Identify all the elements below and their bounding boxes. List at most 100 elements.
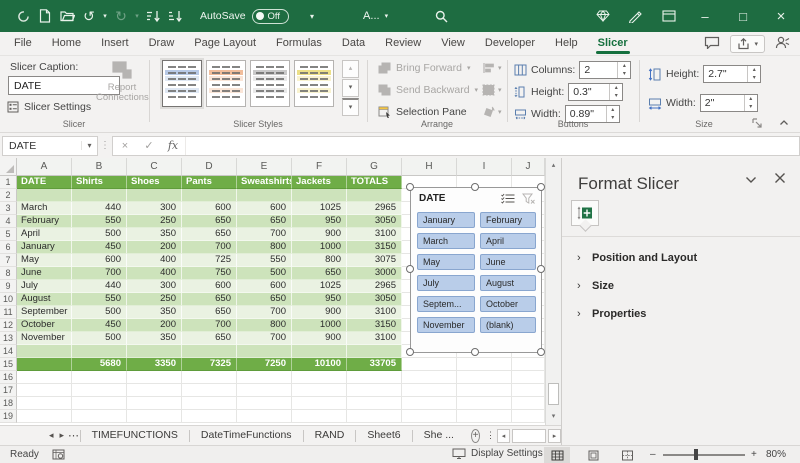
cell[interactable] [237,345,292,358]
cell[interactable] [182,371,237,384]
cell[interactable]: 3075 [347,254,402,267]
button-width-spin-up-icon[interactable]: ▴ [607,106,619,114]
sheet-nav-left-icon[interactable]: ◂ [46,430,57,441]
cell[interactable]: 600 [237,202,292,215]
cell[interactable] [347,384,402,397]
column-header-A[interactable]: A [17,158,72,176]
cell[interactable]: 440 [72,202,127,215]
tab-file[interactable]: File [4,32,42,55]
column-header-I[interactable]: I [457,158,512,176]
cell[interactable]: January [17,241,72,254]
cell[interactable]: 500 [72,228,127,241]
slicer-item-june[interactable]: June [480,254,536,270]
cell[interactable] [457,371,512,384]
cell[interactable]: Shoes [127,176,182,189]
cell[interactable] [292,345,347,358]
cell[interactable]: 500 [72,306,127,319]
column-header-C[interactable]: C [127,158,182,176]
cell[interactable] [457,358,512,371]
zoom-level-label[interactable]: 80% [766,449,786,460]
multi-select-icon[interactable] [501,193,516,204]
column-header-G[interactable]: G [347,158,402,176]
cell[interactable] [72,397,127,410]
cell[interactable]: 900 [292,332,347,345]
cell[interactable] [512,397,545,410]
cell[interactable]: 1000 [292,319,347,332]
columns-spin-down-icon[interactable]: ▾ [618,70,630,78]
view-page-layout-icon[interactable] [580,447,606,463]
sheet-tab-she[interactable]: She ... [413,426,465,445]
cell[interactable]: 600 [182,202,237,215]
cell[interactable]: 650 [237,215,292,228]
cell[interactable]: 700 [182,241,237,254]
cell[interactable] [512,410,545,423]
cell[interactable] [17,371,72,384]
cell[interactable]: 900 [292,228,347,241]
slicer-item-march[interactable]: March [417,233,475,249]
cell[interactable] [292,410,347,423]
cell[interactable] [292,397,347,410]
slicer-style-light-gray[interactable] [250,60,290,107]
sort-ascending-icon[interactable] [142,10,164,23]
cell[interactable] [347,371,402,384]
cell[interactable] [457,384,512,397]
cell[interactable] [182,397,237,410]
cell[interactable]: 650 [182,293,237,306]
cell[interactable]: 550 [237,254,292,267]
ribbon-display-options-icon[interactable] [652,10,686,22]
slicer-item-november[interactable]: November [417,317,475,333]
gallery-down-icon[interactable]: ▾ [342,79,359,97]
cell[interactable]: 550 [72,215,127,228]
cell[interactable]: 350 [127,228,182,241]
row-header-14[interactable]: 14 [0,345,17,358]
new-file-icon[interactable] [34,9,56,23]
slicer-item-january[interactable]: January [417,212,475,228]
cell[interactable]: 350 [127,306,182,319]
slicer-item-july[interactable]: July [417,275,475,291]
slicer-item-february[interactable]: February [480,212,536,228]
cell[interactable]: 600 [72,254,127,267]
name-box[interactable]: DATE ▾ [2,136,98,156]
cell[interactable]: 7250 [237,358,292,371]
vertical-scroll-thumb[interactable] [548,383,559,405]
cell[interactable] [457,397,512,410]
tab-draw[interactable]: Draw [139,32,185,55]
cell[interactable]: 400 [127,267,182,280]
row-header-4[interactable]: 4 [0,215,17,228]
sheet-tab-rand[interactable]: RAND [304,426,356,445]
slicer-settings-button[interactable]: Slicer Settings [7,101,91,113]
cell[interactable] [292,189,347,202]
cell[interactable]: 300 [127,202,182,215]
cell[interactable]: 2965 [347,280,402,293]
tab-help[interactable]: Help [545,32,588,55]
cell[interactable]: DATE [17,176,72,189]
formula-bar-resize-icon[interactable]: ⋮ [98,140,112,151]
sheet-tab-timefunctions[interactable]: TIMEFUNCTIONS [81,426,189,445]
row-header-9[interactable]: 9 [0,280,17,293]
cell[interactable]: 3350 [127,358,182,371]
cell[interactable]: June [17,267,72,280]
cell[interactable] [402,371,457,384]
sheet-tab-sheet6[interactable]: Sheet6 [356,426,411,445]
row-header-19[interactable]: 19 [0,410,17,423]
slicer-resize-handle[interactable] [406,183,414,191]
cell[interactable] [17,384,72,397]
button-height-input[interactable]: 0.3" ▴▾ [568,83,623,101]
undo-dropdown-icon[interactable]: ▾ [100,12,110,20]
cell[interactable]: 500 [237,267,292,280]
draw-pen-icon[interactable] [618,10,652,23]
row-header-6[interactable]: 6 [0,241,17,254]
cell[interactable]: 3050 [347,293,402,306]
sheet-nav-right-icon[interactable]: ▸ [57,430,68,441]
cell[interactable]: 1025 [292,202,347,215]
size-width-input[interactable]: 2" ▴▾ [700,94,758,112]
add-sheet-button[interactable]: + [471,429,480,443]
slicer-resize-handle[interactable] [406,265,414,273]
cell[interactable] [402,384,457,397]
cell[interactable] [127,189,182,202]
cell[interactable]: 33705 [347,358,402,371]
zoom-in-icon[interactable]: + [751,449,757,460]
cell[interactable]: 5680 [72,358,127,371]
cell[interactable]: February [17,215,72,228]
row-header-12[interactable]: 12 [0,319,17,332]
